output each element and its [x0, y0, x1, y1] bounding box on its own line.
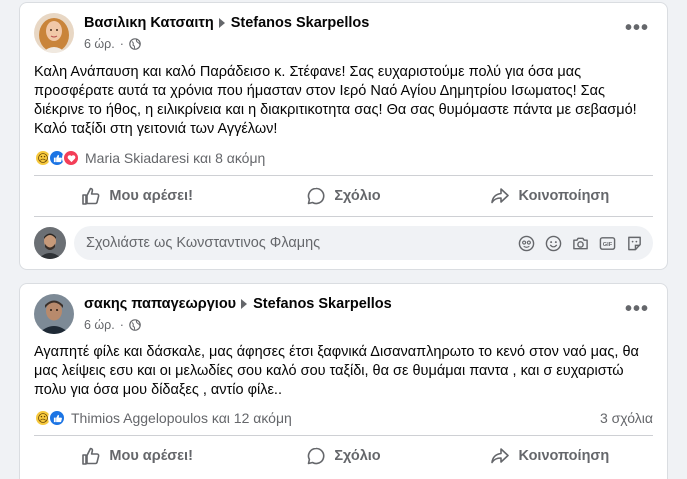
- target-name[interactable]: Stefanos Skarpellos: [231, 15, 370, 31]
- author-name[interactable]: Βασιλικη Κατσαιτη: [84, 15, 214, 31]
- camera-icon[interactable]: [571, 234, 589, 252]
- share-button[interactable]: Κοινοποίηση: [447, 178, 653, 214]
- reactions-summary[interactable]: Thimios Aggelopoulos και 12 ακόμη: [71, 410, 292, 426]
- like-reaction-icon: [48, 409, 66, 427]
- action-bar: Μου αρέσει! Σχόλιο Κοινοποίηση: [34, 438, 653, 474]
- comment-bubble-icon: [308, 187, 325, 205]
- divider: [34, 175, 653, 176]
- comment-input[interactable]: Σχολιάστε ως Κωνσταντινος Φλαμης GIF: [74, 226, 653, 260]
- share-arrow-icon: [491, 188, 510, 204]
- target-name[interactable]: Stefanos Skarpellos: [253, 296, 392, 312]
- comment-label: Σχόλιο: [334, 188, 381, 204]
- divider: [34, 216, 653, 217]
- post-header: Βασιλικη Κατσαιτη Stefanos Skarpellos 6 …: [34, 13, 369, 53]
- separator-dot: ·: [119, 37, 124, 51]
- user-avatar[interactable]: [34, 227, 66, 259]
- like-button[interactable]: Μου αρέσει!: [34, 438, 240, 474]
- more-options-icon[interactable]: •••: [625, 299, 649, 319]
- author-name[interactable]: σακης παπαγεωργιου: [84, 296, 236, 312]
- comment-button[interactable]: Σχόλιο: [240, 438, 446, 474]
- post-time[interactable]: 6 ώρ.: [84, 37, 115, 51]
- divider: [34, 435, 653, 436]
- comments-count[interactable]: 3 σχόλια: [600, 410, 653, 426]
- author-avatar[interactable]: [34, 13, 74, 53]
- separator-dot: ·: [119, 318, 124, 332]
- post-header: σακης παπαγεωργιου Stefanos Skarpellos 6…: [34, 294, 392, 334]
- post-card: Βασιλικη Κατσαιτη Stefanos Skarpellos 6 …: [19, 2, 668, 270]
- like-label: Μου αρέσει!: [109, 448, 193, 464]
- avatar-sticker-icon[interactable]: [517, 234, 535, 252]
- more-options-icon[interactable]: •••: [625, 18, 649, 38]
- post-card: σακης παπαγεωργιου Stefanos Skarpellos 6…: [19, 283, 668, 479]
- caret-right-icon: [241, 299, 248, 309]
- comment-label: Σχόλιο: [334, 448, 381, 464]
- post-text: Καλη Ανάπαυση και καλό Παράδεισο κ. Στέφ…: [34, 64, 637, 137]
- globe-icon: [129, 319, 141, 331]
- thumbs-up-icon: [82, 447, 100, 465]
- reactions-summary[interactable]: Maria Skiadaresi και 8 ακόμη: [85, 150, 265, 166]
- post-time[interactable]: 6 ώρ.: [84, 318, 115, 332]
- share-arrow-icon: [491, 448, 510, 464]
- reactions-bar[interactable]: ☹ Thimios Aggelopoulos και 12 ακόμη 3 σχ…: [34, 409, 653, 427]
- sticker-icon[interactable]: [625, 234, 643, 252]
- emoji-icon[interactable]: [544, 234, 562, 252]
- share-button[interactable]: Κοινοποίηση: [447, 438, 653, 474]
- comment-bubble-icon: [308, 447, 325, 465]
- author-avatar[interactable]: [34, 294, 74, 334]
- like-label: Μου αρέσει!: [109, 188, 193, 204]
- globe-icon: [129, 38, 141, 50]
- gif-icon[interactable]: GIF: [598, 234, 616, 252]
- comment-placeholder: Σχολιάστε ως Κωνσταντινος Φλαμης: [86, 235, 321, 251]
- thumbs-up-icon: [82, 187, 100, 205]
- post-text: Αγαπητέ φίλε και δάσκαλε, μας άφησες έτσ…: [34, 344, 639, 398]
- share-label: Κοινοποίηση: [518, 448, 610, 464]
- action-bar: Μου αρέσει! Σχόλιο Κοινοποίηση: [34, 178, 653, 214]
- reactions-bar[interactable]: ☹ Maria Skiadaresi και 8 ακόμη: [34, 149, 653, 167]
- share-label: Κοινοποίηση: [518, 188, 610, 204]
- comment-composer: Σχολιάστε ως Κωνσταντινος Φλαμης GIF: [34, 226, 653, 260]
- like-button[interactable]: Μου αρέσει!: [34, 178, 240, 214]
- svg-text:GIF: GIF: [602, 242, 612, 248]
- comment-button[interactable]: Σχόλιο: [240, 178, 446, 214]
- love-reaction-icon: [62, 149, 80, 167]
- caret-right-icon: [218, 18, 225, 28]
